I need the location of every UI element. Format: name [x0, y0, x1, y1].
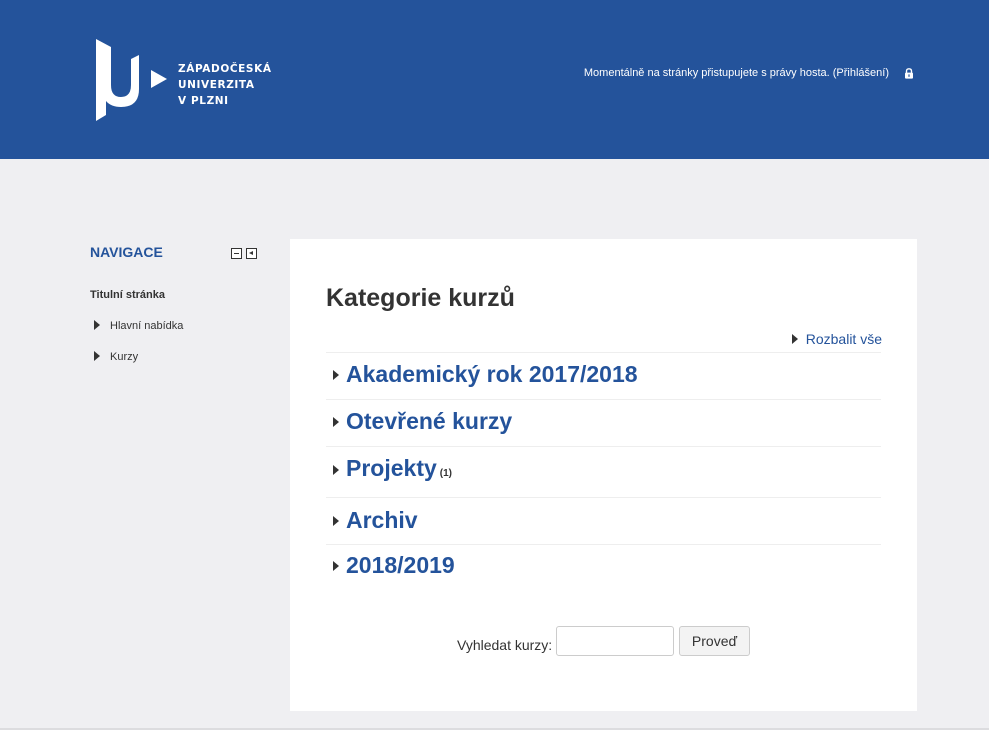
guest-login-info: Momentálně na stránky přistupujete s prá… — [584, 67, 889, 79]
category-name: Projekty — [346, 455, 437, 481]
expand-triangle-icon[interactable] — [333, 465, 339, 475]
category-name: Akademický rok 2017/2018 — [346, 361, 638, 387]
navigation-title: NAVIGACE — [90, 244, 163, 260]
category-name: 2018/2019 — [346, 552, 455, 578]
nav-item-courses[interactable]: Kurzy — [94, 351, 138, 363]
page-title: Kategorie kurzů — [326, 284, 515, 312]
category-link[interactable]: Akademický rok 2017/2018 — [346, 361, 641, 388]
category-link[interactable]: Otevřené kurzy — [346, 408, 515, 435]
nav-item-main-menu[interactable]: Hlavní nabídka — [94, 320, 183, 332]
collapse-block-icon[interactable] — [231, 248, 242, 259]
category-link[interactable]: Projekty (1) — [346, 455, 452, 482]
search-submit-button[interactable]: Proveď — [679, 626, 750, 656]
expand-triangle-icon — [791, 334, 798, 344]
category-row[interactable]: Akademický rok 2017/2018 — [326, 352, 881, 399]
category-row[interactable]: Otevřené kurzy — [326, 399, 881, 446]
page-header: ZÁPADOČESKÁ UNIVERZITA V PLZNI Momentáln… — [0, 0, 989, 159]
expand-all-link[interactable]: Rozbalit vše — [791, 331, 882, 347]
nav-item-label: Hlavní nabídka — [110, 320, 184, 332]
category-name: Otevřené kurzy — [346, 408, 513, 434]
expand-triangle-icon — [94, 320, 100, 330]
expand-triangle-icon[interactable] — [333, 516, 339, 526]
dock-block-icon[interactable] — [246, 248, 257, 259]
category-link[interactable]: 2018/2019 — [346, 552, 458, 579]
course-search-label: Vyhledat kurzy: — [457, 637, 553, 653]
expand-triangle-icon[interactable] — [333, 417, 339, 427]
category-row[interactable]: 2018/2019 — [326, 544, 881, 584]
category-count: (1) — [439, 468, 452, 479]
category-row[interactable]: Archiv — [326, 497, 881, 544]
guest-notice: Momentálně na stránky přistupujete s prá… — [583, 67, 830, 79]
expand-triangle-icon[interactable] — [333, 561, 339, 571]
logo-line-2: UNIVERZITA — [178, 79, 255, 91]
main-content: Kategorie kurzů Rozbalit vše Akademický … — [290, 239, 917, 711]
category-row[interactable]: Projekty (1) — [326, 446, 881, 497]
logo-line-1: ZÁPADOČESKÁ — [178, 63, 272, 75]
lock-icon[interactable] — [904, 68, 914, 79]
expand-triangle-icon[interactable] — [333, 370, 339, 380]
course-search-input[interactable] — [556, 626, 674, 656]
category-name: Archiv — [346, 507, 418, 533]
university-logo-icon[interactable] — [95, 39, 170, 123]
university-name: ZÁPADOČESKÁ UNIVERZITA V PLZNI — [178, 61, 272, 109]
expand-all-label: Rozbalit vše — [805, 331, 882, 347]
logo-line-3: V PLZNI — [178, 95, 229, 107]
category-link[interactable]: Archiv — [346, 507, 421, 534]
expand-triangle-icon — [94, 351, 100, 361]
login-link[interactable]: (Přihlášení) — [833, 67, 889, 79]
nav-home-link[interactable]: Titulní stránka — [90, 289, 165, 301]
nav-item-label: Kurzy — [110, 351, 139, 363]
